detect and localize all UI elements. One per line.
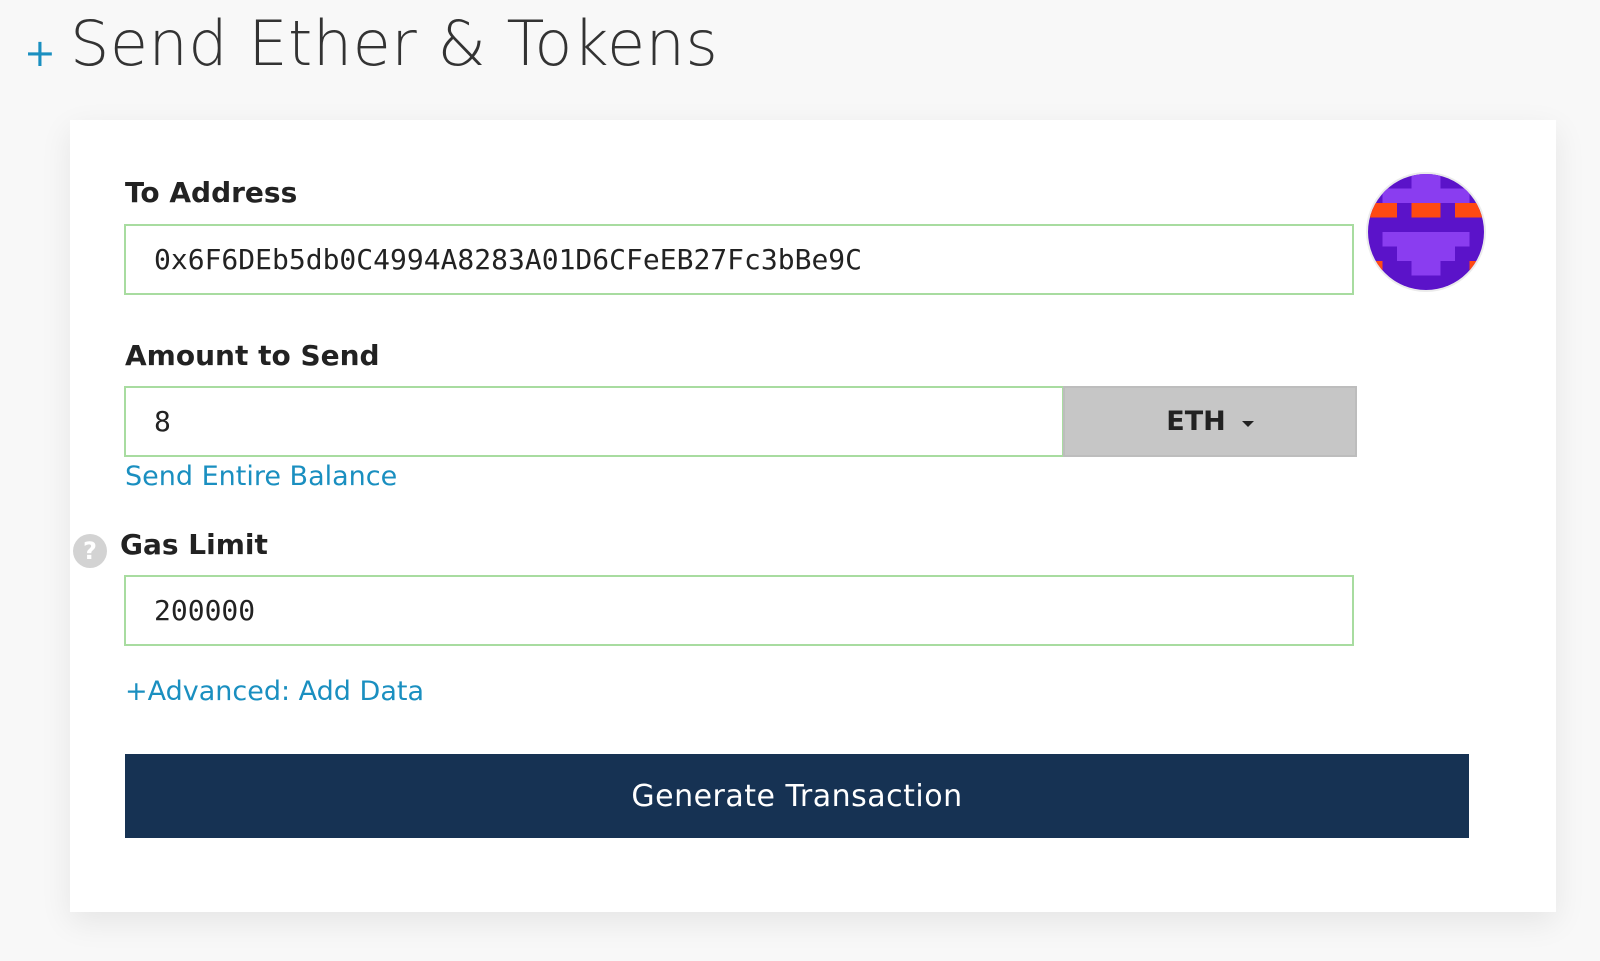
gas-limit-label: Gas Limit (120, 528, 268, 561)
to-address-label: To Address (125, 176, 298, 209)
gas-limit-input[interactable] (124, 575, 1354, 646)
caret-down-icon (1241, 420, 1254, 427)
amount-input[interactable] (124, 386, 1064, 457)
currency-dropdown[interactable]: ETH (1063, 386, 1357, 457)
generate-transaction-button[interactable]: Generate Transaction (125, 754, 1469, 838)
identicon-icon (1368, 174, 1484, 290)
amount-label: Amount to Send (125, 339, 380, 372)
page-title: Send Ether & Tokens (70, 7, 719, 80)
to-address-input[interactable] (124, 224, 1354, 295)
currency-dropdown-label: ETH (1166, 406, 1226, 437)
send-entire-balance-link[interactable]: Send Entire Balance (125, 461, 397, 492)
help-icon[interactable]: ? (73, 534, 107, 568)
advanced-add-data-link[interactable]: +Advanced: Add Data (125, 676, 424, 707)
address-identicon (1368, 174, 1484, 290)
expand-plus-icon[interactable]: + (24, 34, 56, 72)
send-form-card: To Address Amount to Send ETH Send Entir… (70, 120, 1556, 912)
